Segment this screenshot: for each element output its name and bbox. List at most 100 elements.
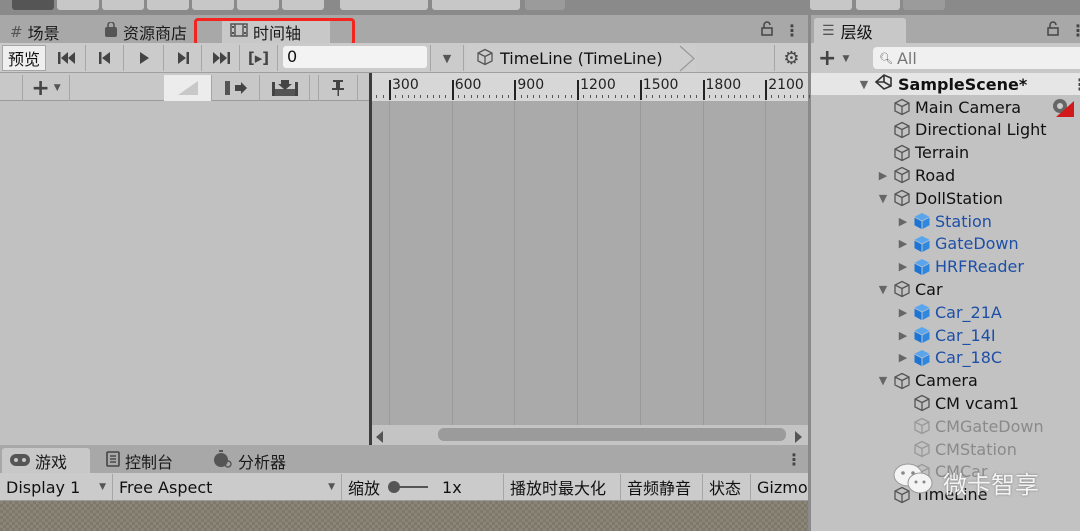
missing-script-warning-icon: [1050, 97, 1074, 121]
rect-tool-button[interactable]: [192, 0, 234, 10]
scrollbar-thumb[interactable]: [438, 428, 786, 441]
view-tool-button[interactable]: [12, 0, 54, 10]
ruler-minor-tick: [483, 95, 485, 98]
ruler-minor-tick: [420, 95, 422, 98]
prefab-cube-icon: [913, 349, 931, 367]
ruler-minor-tick: [664, 95, 666, 98]
breadcrumb[interactable]: TimeLine (TimeLine): [466, 45, 696, 72]
aspect-dropdown[interactable]: Free Aspect ▼: [113, 474, 342, 500]
lock-icon[interactable]: [760, 20, 774, 40]
plus-icon: +: [818, 46, 837, 71]
step-button[interactable]: [903, 0, 945, 10]
mute-audio-toggle[interactable]: 音频静音: [621, 474, 703, 500]
hierarchy-item[interactable]: Terrain: [877, 142, 969, 164]
hierarchy-item[interactable]: CM vcam1: [897, 392, 1019, 414]
tab-console[interactable]: 控制台: [98, 448, 181, 473]
curves-toggle[interactable]: [164, 75, 212, 101]
hierarchy-item[interactable]: ▶ HRFReader: [897, 256, 1024, 278]
next-frame-button[interactable]: [164, 45, 202, 71]
ruler-minor-tick: [740, 95, 742, 98]
ruler-minor-tick: [683, 95, 685, 98]
play-button[interactable]: [810, 0, 852, 10]
ruler-major-tick: [639, 80, 642, 100]
more-options-icon[interactable]: ⋮: [786, 450, 802, 469]
display-dropdown[interactable]: Display 1 ▼: [0, 474, 113, 500]
collapsed-arrow-icon[interactable]: ▶: [897, 215, 909, 228]
custom-tool-button[interactable]: [282, 0, 324, 10]
main-toolbar: [0, 0, 1080, 15]
global-toggle[interactable]: [432, 0, 520, 10]
expanded-arrow-icon[interactable]: ▼: [877, 374, 889, 387]
transform-tool-button[interactable]: [237, 0, 279, 10]
ruler-minor-tick: [401, 95, 403, 98]
collapsed-arrow-icon[interactable]: ▶: [897, 260, 909, 273]
tab-hierarchy[interactable]: ☰ 层级: [814, 18, 906, 43]
hierarchy-item[interactable]: ▼ Camera: [877, 370, 978, 392]
lock-icon[interactable]: [1046, 20, 1060, 40]
preview-toggle[interactable]: 预览: [2, 45, 46, 71]
go-to-start-button[interactable]: [48, 45, 86, 71]
expanded-arrow-icon[interactable]: ▼: [877, 192, 889, 205]
snap-to-frame-button[interactable]: [318, 75, 358, 101]
track-header-footer: [0, 425, 370, 445]
expanded-arrow-icon[interactable]: ▼: [858, 78, 870, 91]
play-range-button[interactable]: [▸]: [240, 45, 278, 71]
stats-toggle[interactable]: 状态: [703, 474, 751, 500]
scene-options-icon[interactable]: ⋮: [1072, 75, 1080, 94]
tab-label: 场景: [27, 23, 60, 43]
collapsed-arrow-icon[interactable]: ▶: [897, 237, 909, 250]
collapsed-arrow-icon[interactable]: ▶: [897, 306, 909, 319]
create-button[interactable]: + ▼: [818, 46, 849, 71]
ruler-minor-tick: [727, 95, 729, 98]
clip-edit-mode-button[interactable]: [212, 75, 260, 101]
more-options-icon[interactable]: ⋮: [1070, 21, 1080, 40]
expanded-arrow-icon[interactable]: ▼: [877, 283, 889, 296]
scale-tool-button[interactable]: [147, 0, 189, 10]
collapsed-arrow-icon[interactable]: ▶: [897, 351, 909, 364]
hierarchy-item[interactable]: ▶ Car_14I: [897, 324, 996, 346]
tab-asset-store[interactable]: 资源商店: [96, 19, 195, 44]
game-view[interactable]: [0, 501, 808, 531]
pivot-toggle[interactable]: [340, 0, 428, 10]
tab-scene[interactable]: # 场景: [2, 19, 68, 44]
ruler-minor-tick: [545, 95, 547, 98]
slider-handle[interactable]: [388, 481, 401, 493]
collapsed-arrow-icon[interactable]: ▶: [897, 329, 909, 342]
more-options-icon[interactable]: ⋮: [784, 21, 800, 40]
hierarchy-item[interactable]: ▼ Car: [877, 278, 943, 300]
move-tool-button[interactable]: [57, 0, 99, 10]
hierarchy-item[interactable]: ▶ Car_18C: [897, 347, 1002, 369]
scene-root[interactable]: ▼ SampleScene*: [858, 73, 1027, 95]
frame-input[interactable]: [283, 46, 427, 68]
playhead-divider[interactable]: [369, 73, 372, 445]
hierarchy-item[interactable]: ▼ DollStation: [877, 187, 1003, 209]
hierarchy-item[interactable]: ▶ Station: [897, 210, 992, 232]
tab-profiler[interactable]: 分析器: [205, 448, 294, 473]
pause-button[interactable]: [856, 0, 900, 10]
maximize-on-play-toggle[interactable]: 播放时最大化: [504, 474, 621, 500]
play-button-timeline[interactable]: [124, 45, 164, 71]
hierarchy-item[interactable]: ▶ Road: [877, 164, 955, 186]
hierarchy-search-input[interactable]: 🔍︎ All: [873, 47, 1080, 69]
tab-game[interactable]: 游戏: [2, 448, 90, 473]
hierarchy-item[interactable]: CMStation: [897, 438, 1017, 460]
settings-button[interactable]: ⚙: [774, 45, 808, 71]
go-to-end-button[interactable]: [202, 45, 240, 71]
hierarchy-item[interactable]: CMGateDown: [897, 415, 1044, 437]
ripple-mode-button[interactable]: [260, 75, 310, 101]
hierarchy-item[interactable]: Directional Light: [877, 119, 1047, 141]
collapsed-arrow-icon[interactable]: ▶: [877, 169, 889, 182]
time-ruler[interactable]: 300 600 900 1200 1500 1800 2100: [370, 73, 823, 101]
rotate-tool-button[interactable]: [102, 0, 144, 10]
hierarchy-item[interactable]: ▶ GateDown: [897, 233, 1019, 255]
hierarchy-item[interactable]: Main Camera: [877, 96, 1021, 118]
previous-frame-button[interactable]: [86, 45, 124, 71]
hierarchy-item[interactable]: ▶ Car_21A: [897, 301, 1002, 323]
ruler-minor-tick: [583, 95, 585, 98]
scale-slider[interactable]: [388, 481, 429, 493]
add-track-button[interactable]: + ▼: [22, 75, 70, 101]
timeline-asset-dropdown[interactable]: ▼: [430, 45, 464, 71]
snap-button[interactable]: [525, 0, 565, 10]
track-clip-area[interactable]: [372, 101, 808, 430]
gizmos-toggle[interactable]: Gizmo: [751, 474, 811, 500]
